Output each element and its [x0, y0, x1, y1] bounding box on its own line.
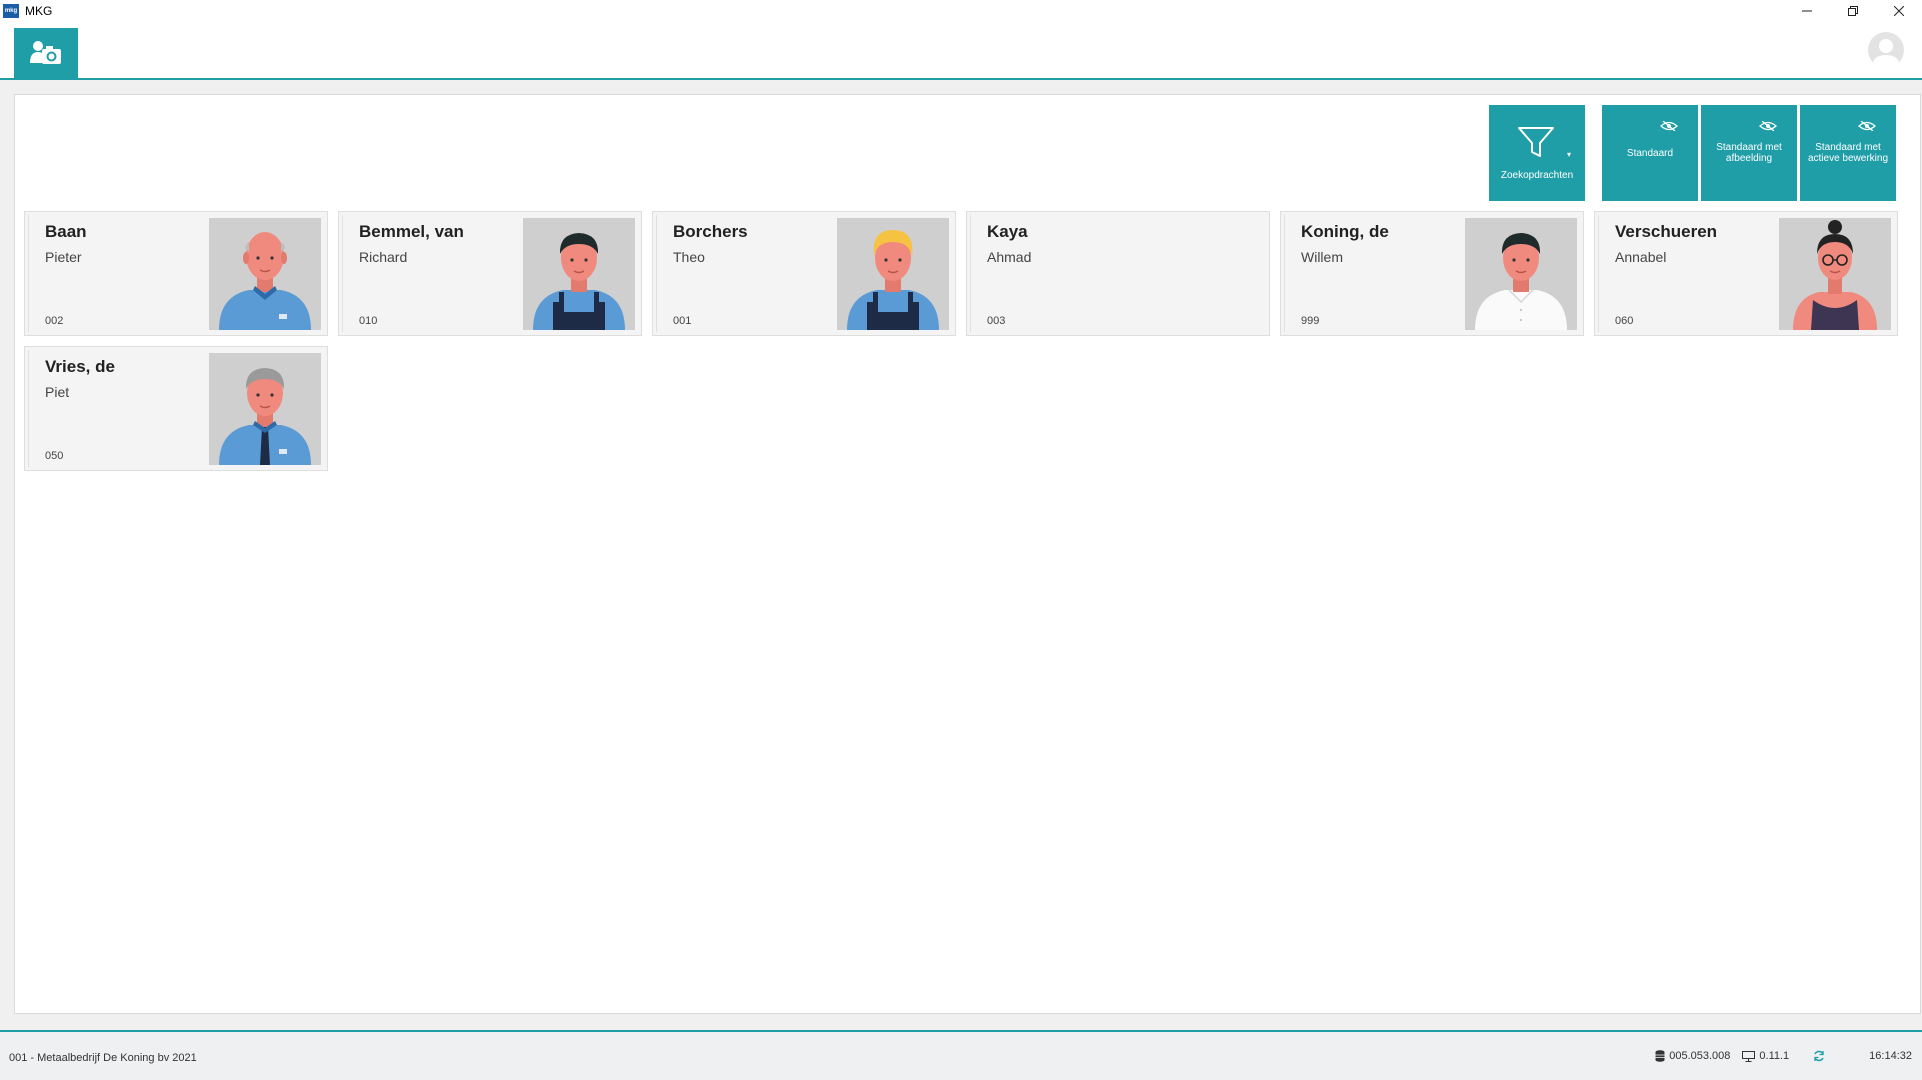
view-standard-image-label: Standaard met afbeelding	[1716, 142, 1782, 164]
clock-time: 16:14:32	[1869, 1050, 1912, 1062]
employee-last-name: Verschueren	[1615, 222, 1718, 241]
employee-last-name: Koning, de	[1301, 222, 1389, 241]
employee-card[interactable]: Koning, de Willem 999	[1280, 211, 1584, 336]
employee-card[interactable]: Borchers Theo 001	[652, 211, 956, 336]
bald-man-avatar-icon	[209, 218, 321, 330]
view-standard-active-button[interactable]: Standaard met actieve bewerking	[1800, 105, 1896, 201]
employee-photo	[209, 353, 321, 465]
filter-icon	[1518, 127, 1554, 157]
chevron-down-icon: ▾	[1566, 150, 1571, 159]
view-toolbar: ▾ Zoekopdrachten Standaard Standaard met…	[1489, 105, 1896, 201]
employee-photo	[1779, 218, 1891, 330]
view-standard-button[interactable]: Standaard	[1602, 105, 1698, 201]
employee-first-name: Richard	[359, 249, 408, 265]
employee-last-name: Vries, de	[45, 357, 115, 376]
employee-first-name: Annabel	[1615, 249, 1667, 265]
search-queries-label: Zoekopdrachten	[1500, 170, 1574, 181]
eye-hidden-icon	[1858, 121, 1876, 131]
user-silhouette-icon	[1872, 39, 1900, 68]
eye-hidden-icon	[1759, 121, 1777, 131]
database-icon	[1655, 1050, 1665, 1062]
employee-code: 001	[673, 315, 692, 327]
title-bar: mkg MKG	[0, 0, 1922, 22]
employee-code: 002	[45, 315, 64, 327]
man-overalls-avatar-icon	[523, 218, 635, 330]
window-title: MKG	[25, 4, 53, 18]
employee-last-name: Borchers	[673, 222, 748, 241]
employee-last-name: Bemmel, van	[359, 222, 464, 241]
window-controls	[1784, 0, 1922, 22]
close-icon	[1894, 6, 1904, 16]
employee-first-name: Ahmad	[987, 249, 1032, 265]
employee-first-name: Pieter	[45, 249, 82, 265]
employee-card-grid: Baan Pieter 002 Bemmel, van Richard 010 …	[24, 211, 1914, 471]
status-info: 005.053.008 0.11.1 16:14:32	[1643, 1050, 1912, 1062]
client-version: 0.11.1	[1759, 1050, 1790, 1062]
refresh-button[interactable]	[1813, 1050, 1829, 1062]
employee-last-name: Baan	[45, 222, 87, 241]
employee-code: 060	[1615, 315, 1634, 327]
app-logo: mkg	[3, 4, 19, 18]
restore-icon	[1848, 6, 1858, 16]
db-version-item: 005.053.008	[1655, 1050, 1730, 1062]
man-white-shirt-avatar-icon	[1465, 218, 1577, 330]
employee-photo	[837, 218, 949, 330]
status-bar: 001 - Metaalbedrijf De Koning bv 2021 00…	[0, 1030, 1922, 1080]
employee-code: 003	[987, 315, 1006, 327]
minimize-icon	[1802, 10, 1812, 12]
company-info: 001 - Metaalbedrijf De Koning bv 2021	[9, 1052, 197, 1064]
employee-first-name: Willem	[1301, 249, 1343, 265]
view-standard-image-button[interactable]: Standaard met afbeelding	[1701, 105, 1797, 201]
gray-hair-man-tie-avatar-icon	[209, 353, 321, 465]
eye-hidden-icon	[1660, 121, 1678, 131]
view-standard-active-label: Standaard met actieve bewerking	[1807, 142, 1889, 164]
employee-card[interactable]: Bemmel, van Richard 010	[338, 211, 642, 336]
db-version: 005.053.008	[1669, 1050, 1731, 1062]
monitor-icon	[1742, 1050, 1756, 1062]
blond-man-overalls-avatar-icon	[837, 218, 949, 330]
employee-photo	[523, 218, 635, 330]
refresh-icon	[1814, 1050, 1824, 1062]
clock-item: 16:14:32	[1869, 1050, 1912, 1062]
woman-glasses-avatar-icon	[1779, 218, 1891, 330]
employee-card[interactable]: Kaya Ahmad 003	[966, 211, 1270, 336]
home-tile[interactable]	[14, 28, 78, 78]
employee-card[interactable]: Verschueren Annabel 060	[1594, 211, 1898, 336]
main-panel: ▾ Zoekopdrachten Standaard Standaard met…	[14, 94, 1921, 1014]
client-version-item: 0.11.1	[1742, 1050, 1789, 1062]
employee-photo	[1465, 218, 1577, 330]
employee-card[interactable]: Vries, de Piet 050	[24, 346, 328, 471]
view-standard-label: Standaard	[1626, 147, 1674, 159]
employee-camera-icon	[30, 41, 61, 64]
employee-first-name: Theo	[673, 249, 705, 265]
restore-button[interactable]	[1830, 0, 1876, 22]
employee-photo	[209, 218, 321, 330]
employee-card[interactable]: Baan Pieter 002	[24, 211, 328, 336]
employee-code: 999	[1301, 315, 1320, 327]
search-queries-button[interactable]: ▾ Zoekopdrachten	[1489, 105, 1585, 201]
employee-first-name: Piet	[45, 384, 70, 400]
minimize-button[interactable]	[1784, 0, 1830, 22]
close-button[interactable]	[1876, 0, 1922, 22]
user-avatar[interactable]	[1868, 32, 1904, 68]
app-header	[0, 22, 1922, 80]
employee-last-name: Kaya	[987, 222, 1028, 241]
employee-code: 050	[45, 450, 64, 462]
employee-code: 010	[359, 315, 378, 327]
